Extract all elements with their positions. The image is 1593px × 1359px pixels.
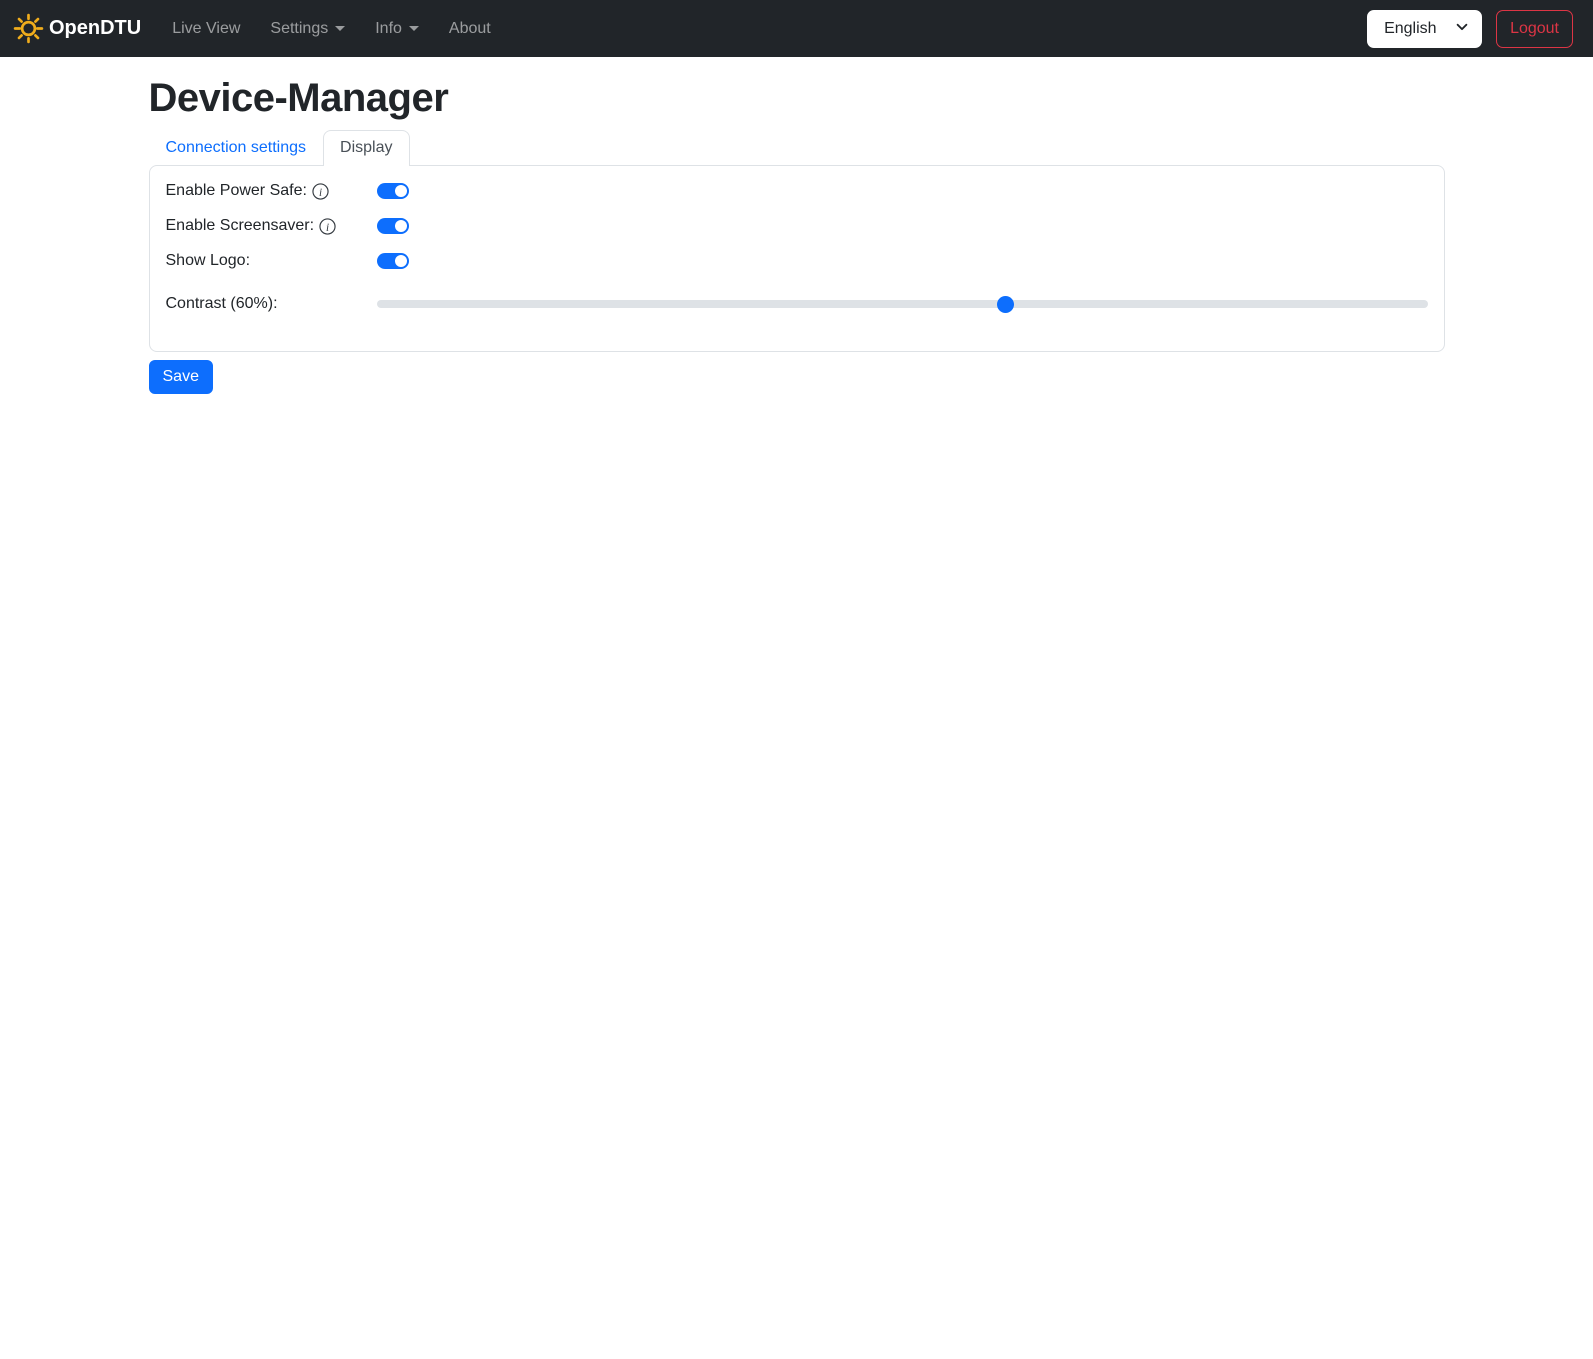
save-button[interactable]: Save bbox=[148, 360, 213, 394]
chevron-down-icon bbox=[408, 26, 419, 31]
language-select-wrap: English bbox=[1367, 9, 1483, 48]
form-row-contrast: Contrast (60%): bbox=[166, 295, 1428, 313]
form-row-show-logo: Show Logo: bbox=[166, 252, 1428, 270]
field-label-text: Show Logo: bbox=[165, 252, 251, 269]
nav-item-about[interactable]: About bbox=[441, 12, 499, 46]
brand-link[interactable]: OpenDTU bbox=[12, 12, 141, 45]
nav-item-label: Info bbox=[375, 19, 402, 37]
field-label: Contrast (60%): bbox=[166, 295, 377, 313]
field-control bbox=[376, 296, 1428, 312]
show-logo-toggle[interactable] bbox=[376, 253, 409, 269]
sun-icon bbox=[12, 12, 45, 45]
form-row-screensaver: Enable Screensaver: i bbox=[166, 217, 1428, 235]
brand-label: OpenDTU bbox=[49, 17, 142, 39]
logout-button[interactable]: Logout bbox=[1496, 9, 1573, 48]
nav-item-label: Live View bbox=[172, 19, 241, 37]
display-settings-card: Enable Power Safe: i Enable Screensaver: bbox=[148, 165, 1445, 352]
field-label: Enable Screensaver: i bbox=[166, 217, 377, 235]
chevron-down-icon bbox=[335, 26, 346, 31]
power-safe-toggle[interactable] bbox=[376, 183, 409, 199]
screensaver-toggle[interactable] bbox=[376, 218, 409, 234]
form-row-power-safe: Enable Power Safe: i bbox=[166, 182, 1428, 200]
field-control bbox=[376, 183, 1428, 199]
contrast-slider[interactable] bbox=[376, 296, 1428, 312]
field-control bbox=[376, 253, 1428, 269]
nav-item-settings[interactable]: Settings bbox=[262, 12, 353, 46]
nav-item-label: Settings bbox=[270, 19, 329, 37]
card-body: Enable Power Safe: i Enable Screensaver: bbox=[150, 166, 1444, 351]
info-icon[interactable]: i bbox=[319, 217, 336, 235]
navbar: OpenDTU Live View Settings Info About En… bbox=[0, 0, 1593, 57]
nav-links: Live View Settings Info About bbox=[157, 12, 506, 46]
field-label-text: Contrast (60%): bbox=[165, 295, 278, 312]
nav-item-info[interactable]: Info bbox=[367, 12, 427, 46]
field-label: Enable Power Safe: i bbox=[166, 182, 377, 200]
field-control bbox=[376, 218, 1428, 234]
svg-text:i: i bbox=[319, 186, 322, 198]
nav-item-label: About bbox=[448, 19, 491, 37]
field-label-text: Enable Power Safe: bbox=[165, 182, 307, 199]
tab-connection-settings[interactable]: Connection settings bbox=[149, 130, 324, 165]
svg-text:i: i bbox=[326, 221, 329, 233]
nav-item-live-view[interactable]: Live View bbox=[164, 12, 248, 46]
language-select[interactable]: English bbox=[1367, 9, 1483, 48]
tab-bar: Connection settings Display bbox=[149, 130, 1445, 166]
info-icon[interactable]: i bbox=[312, 182, 329, 200]
main-content: Device-Manager Connection settings Displ… bbox=[137, 74, 1457, 394]
navbar-right: English Logout bbox=[1367, 9, 1581, 48]
field-label-text: Enable Screensaver: bbox=[165, 217, 315, 234]
field-label: Show Logo: bbox=[166, 252, 377, 270]
page-title: Device-Manager bbox=[148, 76, 449, 120]
tab-display[interactable]: Display bbox=[323, 130, 410, 166]
